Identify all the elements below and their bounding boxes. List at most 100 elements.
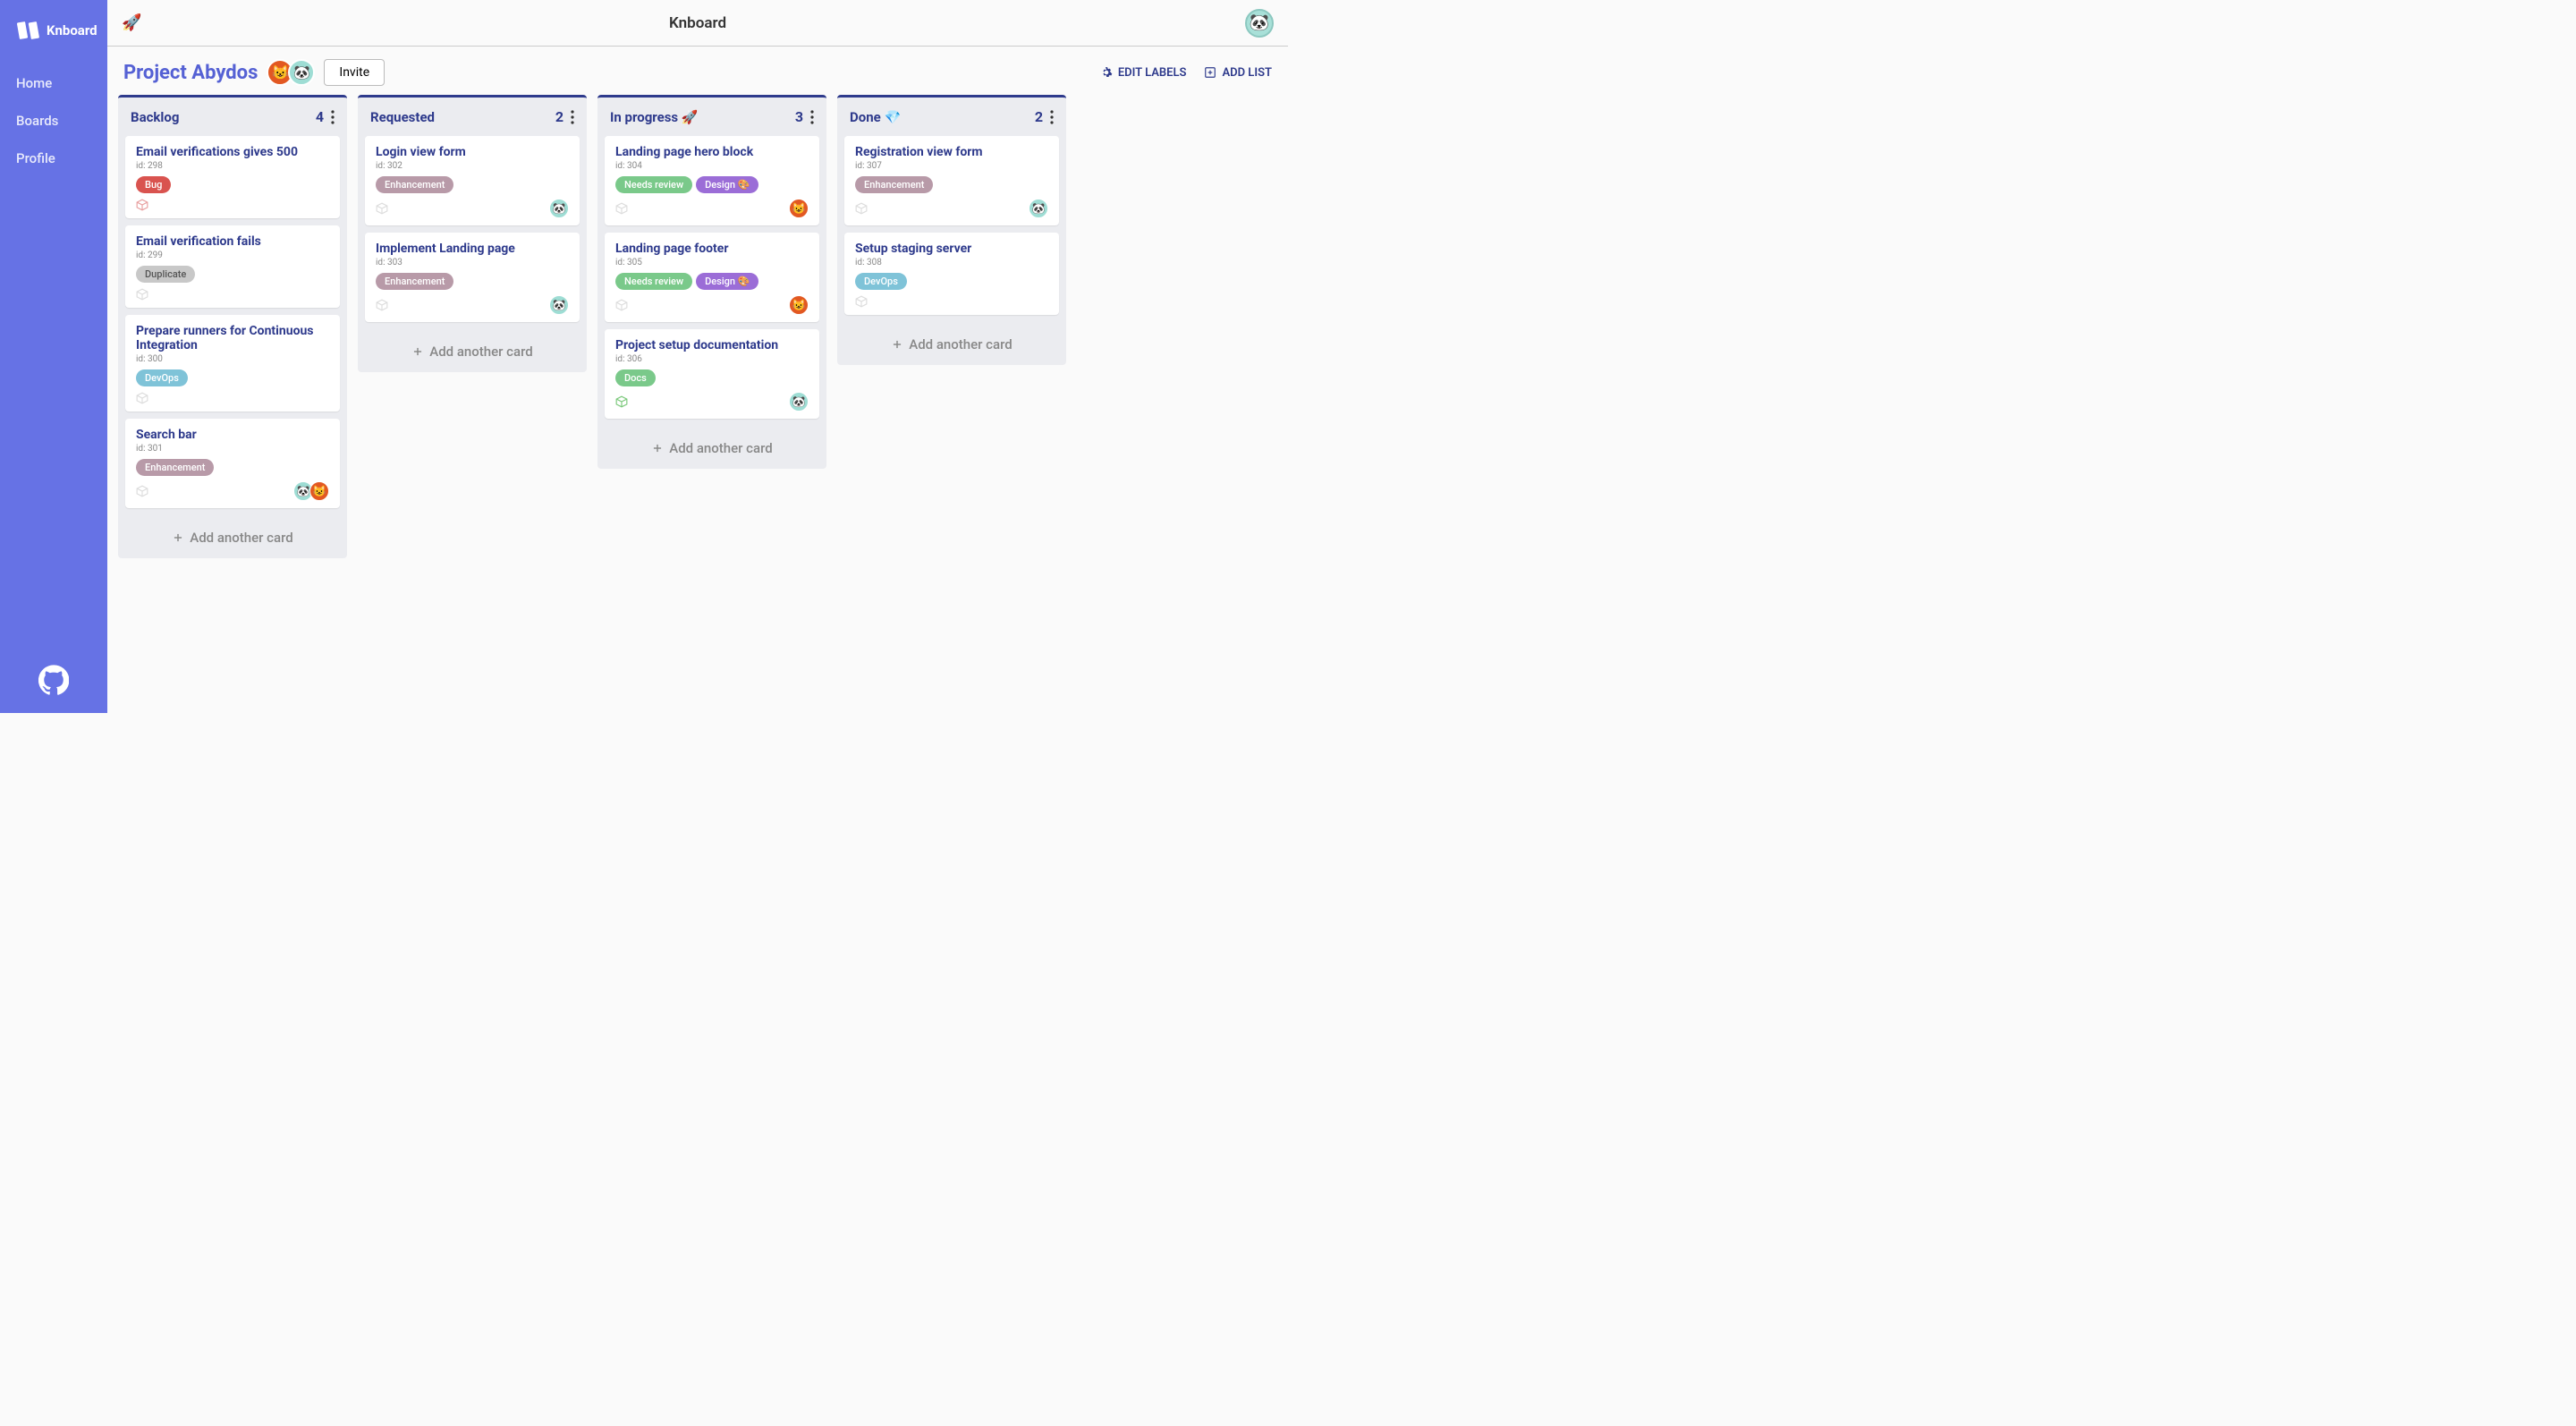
member-avatar[interactable]: 🐼 (288, 59, 315, 86)
assignee-avatar[interactable]: 😺 (789, 199, 809, 218)
list-count: 2 (555, 108, 564, 125)
nav-home[interactable]: Home (0, 64, 107, 102)
card[interactable]: Landing page hero block id: 304 Needs re… (605, 136, 819, 225)
cards-container: Email verifications gives 500 id: 298 Bu… (118, 132, 347, 517)
card-footer: 😺 (615, 199, 809, 218)
assignee-avatar[interactable]: 😺 (309, 481, 329, 501)
card[interactable]: Prepare runners for Continuous Integrati… (125, 315, 340, 412)
card[interactable]: Landing page footer id: 305 Needs review… (605, 233, 819, 322)
card-label: DevOps (855, 273, 907, 290)
card-assignees: 🐼 (792, 392, 809, 412)
list-menu-icon[interactable] (571, 110, 574, 124)
app-title: Knboard (669, 14, 726, 32)
card-footer: 🐼 (615, 392, 809, 412)
card-labels: Docs (615, 369, 809, 386)
card-id: id: 298 (136, 161, 329, 171)
list-header: Done 💎 2 (837, 98, 1066, 132)
card-id: id: 305 (615, 258, 809, 267)
card-assignees: 😺 (792, 199, 809, 218)
card-labels: DevOps (136, 369, 329, 386)
card-labels: Duplicate (136, 266, 329, 283)
card[interactable]: Search bar id: 301 Enhancement 🐼😺 (125, 419, 340, 508)
card-labels: Bug (136, 176, 329, 193)
package-icon (136, 199, 148, 211)
card[interactable]: Setup staging server id: 308 DevOps (844, 233, 1059, 315)
nav-profile[interactable]: Profile (0, 140, 107, 177)
package-icon (855, 295, 868, 308)
add-list-button[interactable]: ADD LIST (1204, 66, 1272, 80)
edit-labels-button[interactable]: EDIT LABELS (1100, 66, 1187, 80)
card-label: Duplicate (136, 266, 195, 283)
plus-icon (411, 345, 424, 358)
card-id: id: 299 (136, 250, 329, 260)
card-label: Enhancement (136, 459, 214, 476)
add-card-button[interactable]: Add another card (837, 324, 1066, 365)
add-card-button[interactable]: Add another card (597, 428, 826, 469)
card[interactable]: Email verifications gives 500 id: 298 Bu… (125, 136, 340, 218)
logo-text: Knboard (47, 22, 97, 38)
add-list-text: ADD LIST (1222, 66, 1272, 80)
card-footer (136, 288, 329, 301)
card-footer (855, 295, 1048, 308)
invite-button[interactable]: Invite (324, 59, 385, 86)
assignee-avatar[interactable]: 😺 (789, 295, 809, 315)
card[interactable]: Project setup documentation id: 306 Docs… (605, 329, 819, 419)
card-assignees: 🐼 (1032, 199, 1048, 218)
assignee-avatar[interactable]: 🐼 (549, 199, 569, 218)
card-labels: DevOps (855, 273, 1048, 290)
card-footer (136, 199, 329, 211)
card-title: Setup staging server (855, 242, 1048, 256)
rocket-icon[interactable]: 🚀 (122, 13, 141, 32)
list-menu-icon[interactable] (810, 110, 814, 124)
card-title: Email verification fails (136, 234, 329, 249)
card-assignees: 🐼 (553, 199, 569, 218)
package-icon (855, 202, 868, 215)
list-title[interactable]: In progress 🚀 (610, 109, 699, 125)
card-footer: 😺 (615, 295, 809, 315)
list-menu-icon[interactable] (331, 110, 335, 124)
card-label: Design 🎨 (696, 273, 758, 290)
card-labels: Needs reviewDesign 🎨 (615, 273, 809, 290)
current-user-avatar[interactable]: 🐼 (1245, 9, 1274, 38)
package-icon (615, 202, 628, 215)
cards-container: Registration view form id: 307 Enhanceme… (837, 132, 1066, 324)
card[interactable]: Implement Landing page id: 303 Enhanceme… (365, 233, 580, 322)
nav-boards[interactable]: Boards (0, 102, 107, 140)
card-assignees: 🐼😺 (297, 481, 329, 501)
card-title: Search bar (136, 428, 329, 442)
package-icon (376, 202, 388, 215)
add-card-label: Add another card (909, 336, 1012, 352)
project-members: 😺 🐼 (267, 59, 315, 86)
github-link[interactable] (38, 665, 69, 695)
card-id: id: 303 (376, 258, 569, 267)
board[interactable]: Backlog 4 Email verifications gives 500 … (107, 95, 1288, 576)
card[interactable]: Login view form id: 302 Enhancement 🐼 (365, 136, 580, 225)
logo[interactable]: Knboard (0, 18, 107, 64)
list-title[interactable]: Done 💎 (850, 109, 901, 125)
list-title[interactable]: Backlog (131, 109, 179, 125)
card-label: Bug (136, 176, 171, 193)
add-card-button[interactable]: Add another card (118, 517, 347, 558)
card-label: DevOps (136, 369, 188, 386)
list-title[interactable]: Requested (370, 109, 435, 125)
list-menu-icon[interactable] (1050, 110, 1054, 124)
cards-container: Landing page hero block id: 304 Needs re… (597, 132, 826, 428)
card-id: id: 304 (615, 161, 809, 171)
card-label: Enhancement (376, 273, 453, 290)
card[interactable]: Email verification fails id: 299 Duplica… (125, 225, 340, 308)
list: Requested 2 Login view form id: 302 Enha… (358, 95, 587, 372)
card-title: Project setup documentation (615, 338, 809, 352)
card-title: Landing page hero block (615, 145, 809, 159)
card[interactable]: Registration view form id: 307 Enhanceme… (844, 136, 1059, 225)
card-label: Enhancement (855, 176, 933, 193)
project-title[interactable]: Project Abydos (123, 62, 258, 84)
add-card-button[interactable]: Add another card (358, 331, 587, 372)
list-header: Requested 2 (358, 98, 587, 132)
sidebar: Knboard Home Boards Profile (0, 0, 107, 713)
add-card-label: Add another card (669, 440, 772, 456)
card-label: Needs review (615, 176, 692, 193)
board-header: Project Abydos 😺 🐼 Invite EDIT LABELS AD… (107, 47, 1288, 95)
assignee-avatar[interactable]: 🐼 (789, 392, 809, 412)
assignee-avatar[interactable]: 🐼 (549, 295, 569, 315)
assignee-avatar[interactable]: 🐼 (1029, 199, 1048, 218)
